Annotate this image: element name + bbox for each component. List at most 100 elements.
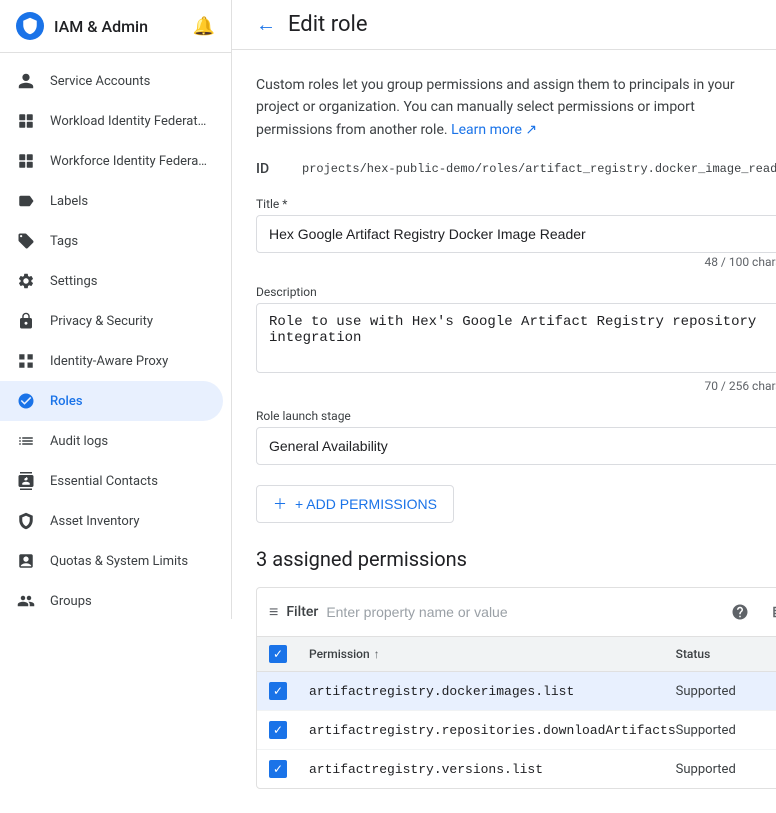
id-row: ID projects/hex-public-demo/roles/artifa… — [256, 161, 776, 177]
main-content-area: ← Edit role Custom roles let you group p… — [232, 0, 776, 619]
page-title: Edit role — [288, 12, 368, 37]
sidebar-item-privacy-security[interactable]: Privacy & Security — [0, 301, 223, 341]
tags-icon — [16, 231, 36, 251]
sidebar-item-label: Workforce Identity Federa... — [50, 154, 207, 169]
sidebar-item-service-accounts[interactable]: Service Accounts — [0, 61, 223, 101]
workload-icon — [16, 111, 36, 131]
groups-icon — [16, 591, 36, 611]
help-icon[interactable] — [724, 596, 756, 628]
sidebar-item-workload-identity[interactable]: Workload Identity Federati... — [0, 101, 223, 141]
workforce-icon — [16, 151, 36, 171]
sidebar-item-label: Service Accounts — [50, 74, 207, 89]
sidebar-item-groups[interactable]: Groups — [0, 581, 223, 619]
table-actions — [724, 596, 776, 628]
sidebar-item-essential-contacts[interactable]: Essential Contacts — [0, 461, 223, 501]
sidebar-item-roles[interactable]: Roles — [0, 381, 223, 421]
lock-icon — [16, 311, 36, 331]
sidebar-item-workforce-identity[interactable]: Workforce Identity Federa... — [0, 141, 223, 181]
table-toolbar: ≡ Filter — [257, 588, 776, 637]
permission-name: artifactregistry.repositories.downloadAr… — [309, 723, 676, 738]
add-permissions-label: + ADD PERMISSIONS — [295, 496, 437, 512]
sidebar-item-label: Audit logs — [50, 434, 207, 449]
sidebar-item-asset-inventory[interactable]: Asset Inventory — [0, 501, 223, 541]
permissions-table: ≡ Filter ✓ — [256, 587, 776, 789]
role-launch-select-wrapper: General Availability ▼ — [256, 427, 776, 465]
title-input[interactable] — [256, 215, 776, 253]
add-permissions-button[interactable]: ＋ + ADD PERMISSIONS — [256, 485, 454, 523]
description-field-label: Description — [256, 285, 776, 299]
quotas-icon — [16, 551, 36, 571]
role-launch-select[interactable]: General Availability — [256, 427, 776, 465]
sidebar-item-quotas[interactable]: Quotas & System Limits — [0, 541, 223, 581]
main-scrollable-content: Custom roles let you group permissions a… — [232, 50, 776, 813]
settings-icon — [16, 271, 36, 291]
description-char-count: 70 / 256 characters — [256, 379, 776, 393]
asset-icon — [16, 511, 36, 531]
row-checkbox-2[interactable]: ✓ — [269, 760, 287, 778]
permission-column-header[interactable]: Permission ↑ — [309, 645, 676, 663]
row-checkbox-0[interactable]: ✓ — [269, 682, 287, 700]
sidebar-item-label: Asset Inventory — [50, 514, 207, 529]
title-field: Title * 48 / 100 characters — [256, 197, 776, 269]
learn-more-link[interactable]: Learn more ↗ — [451, 122, 537, 138]
columns-icon[interactable] — [764, 596, 776, 628]
add-permissions-plus-icon: ＋ — [273, 494, 287, 514]
sidebar-item-label: Quotas & System Limits — [50, 554, 207, 569]
sidebar-item-label: Labels — [50, 194, 207, 209]
assigned-permissions-title: 3 assigned permissions — [256, 547, 776, 571]
sidebar-title: IAM & Admin — [54, 17, 183, 36]
sidebar-item-label: Groups — [50, 594, 207, 609]
person-icon — [16, 71, 36, 91]
sidebar-item-labels[interactable]: Labels — [0, 181, 223, 221]
description-input[interactable] — [256, 303, 776, 373]
filter-label: Filter — [286, 604, 318, 620]
status-column-header: Status — [676, 645, 776, 663]
sidebar-item-label: Identity-Aware Proxy — [50, 354, 207, 369]
permission-name: artifactregistry.dockerimages.list — [309, 684, 676, 699]
sidebar-header: IAM & Admin 🔔 — [0, 0, 231, 53]
sidebar-item-tags[interactable]: Tags — [0, 221, 223, 261]
roles-icon — [16, 391, 36, 411]
label-icon — [16, 191, 36, 211]
id-label: ID — [256, 161, 286, 177]
page-header: ← Edit role — [232, 0, 776, 50]
role-launch-label: Role launch stage — [256, 409, 776, 423]
sidebar-item-label: Privacy & Security — [50, 314, 207, 329]
select-all-checkbox[interactable]: ✓ — [269, 645, 287, 663]
sidebar: IAM & Admin 🔔 Service Accounts Workload … — [0, 0, 232, 619]
grid-icon — [16, 351, 36, 371]
table-row[interactable]: ✓ artifactregistry.dockerimages.list Sup… — [257, 672, 776, 711]
sidebar-item-label: Tags — [50, 234, 207, 249]
sidebar-item-settings[interactable]: Settings — [0, 261, 223, 301]
sidebar-item-audit-logs[interactable]: Audit logs — [0, 421, 223, 461]
status-value: Supported — [676, 723, 776, 738]
back-button[interactable]: ← — [256, 12, 276, 37]
role-launch-field: Role launch stage General Availability ▼ — [256, 409, 776, 465]
page-description: Custom roles let you group permissions a… — [256, 74, 736, 141]
filter-icon: ≡ — [269, 602, 278, 622]
contacts-icon — [16, 471, 36, 491]
table-header: ✓ Permission ↑ Status — [257, 637, 776, 672]
status-value: Supported — [676, 684, 776, 699]
table-row[interactable]: ✓ artifactregistry.repositories.download… — [257, 711, 776, 750]
sort-ascending-icon: ↑ — [374, 647, 380, 661]
status-value: Supported — [676, 762, 776, 777]
title-char-count: 48 / 100 characters — [256, 255, 776, 269]
sidebar-item-identity-aware-proxy[interactable]: Identity-Aware Proxy — [0, 341, 223, 381]
app-icon — [16, 12, 44, 40]
sidebar-item-label: Roles — [50, 394, 207, 409]
sidebar-nav: Service Accounts Workload Identity Feder… — [0, 53, 231, 619]
filter-input[interactable] — [326, 604, 715, 620]
title-field-label: Title * — [256, 197, 776, 211]
audit-icon — [16, 431, 36, 451]
sidebar-item-label: Essential Contacts — [50, 474, 207, 489]
checkbox-header: ✓ — [269, 645, 309, 663]
notification-bell-icon[interactable]: 🔔 — [193, 16, 215, 37]
row-checkbox-1[interactable]: ✓ — [269, 721, 287, 739]
permission-name: artifactregistry.versions.list — [309, 762, 676, 777]
description-field: Description 70 / 256 characters — [256, 285, 776, 393]
table-row[interactable]: ✓ artifactregistry.versions.list Support… — [257, 750, 776, 788]
sidebar-item-label: Settings — [50, 274, 207, 289]
id-value: projects/hex-public-demo/roles/artifact_… — [302, 162, 776, 176]
sidebar-item-label: Workload Identity Federati... — [50, 114, 207, 129]
